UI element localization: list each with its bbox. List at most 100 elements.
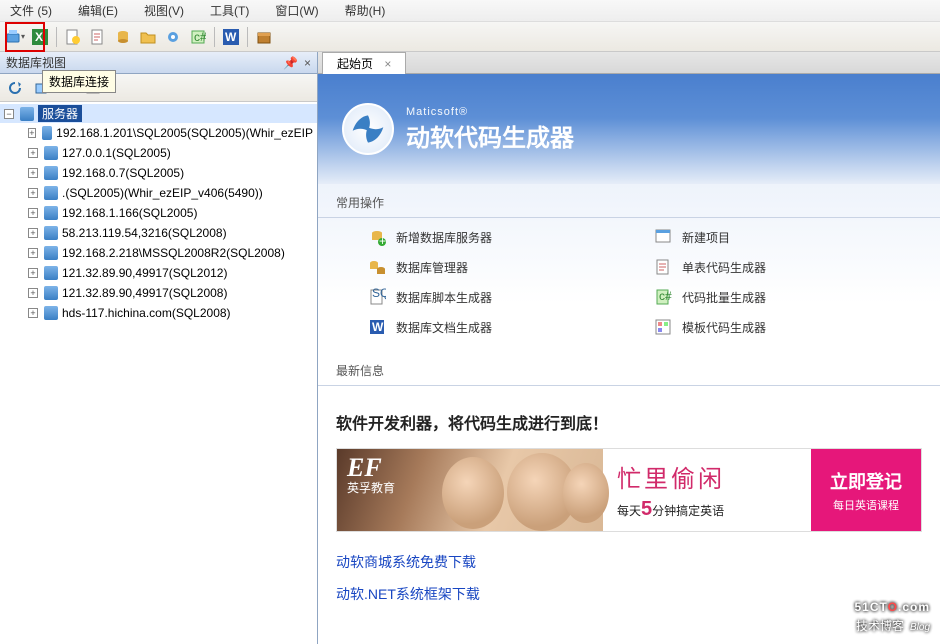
ad-banner[interactable]: EF英孚教育 忙里偷闲 每天5分钟搞定英语 立即登记 每日英语课程: [336, 448, 922, 532]
section-common-ops: 常用操作: [318, 184, 940, 218]
server-node[interactable]: +121.32.89.90,49917(SQL2008): [0, 283, 317, 303]
server-label: .(SQL2005)(Whir_ezEIP_v406(5490)): [62, 184, 263, 202]
menu-file[interactable]: 文件 (5): [4, 0, 58, 21]
brand-subtitle: Maticsoft®: [406, 106, 574, 118]
tab-close-icon[interactable]: ×: [384, 57, 391, 71]
toolbar-separator: [56, 27, 57, 47]
tree-root-label: 服务器: [38, 105, 82, 122]
expand-icon[interactable]: +: [28, 248, 38, 258]
op-item[interactable]: 模板代码生成器: [654, 318, 900, 336]
new-doc-icon[interactable]: [62, 26, 84, 48]
op-item[interactable]: W数据库文档生成器: [368, 318, 614, 336]
op-icon: [654, 228, 672, 246]
op-item[interactable]: c#代码批量生成器: [654, 288, 900, 306]
menu-view[interactable]: 视图(V): [138, 0, 190, 21]
brand-banner: Maticsoft® 动软代码生成器: [318, 74, 940, 184]
op-label: 数据库管理器: [396, 259, 468, 276]
code-icon[interactable]: c#: [187, 26, 209, 48]
expand-icon[interactable]: +: [28, 188, 38, 198]
expand-icon[interactable]: +: [28, 288, 38, 298]
section-news: 最新信息: [318, 352, 940, 386]
package-icon[interactable]: [253, 26, 275, 48]
server-node[interactable]: +192.168.0.7(SQL2005): [0, 163, 317, 183]
server-node[interactable]: + hds-117.hichina.com(SQL2008): [0, 303, 317, 323]
ad-cta-button[interactable]: 立即登记 每日英语课程: [811, 449, 921, 531]
server-node[interactable]: +192.168.2.218\MSSQL2008R2(SQL2008): [0, 243, 317, 263]
server-node[interactable]: + .(SQL2005)(Whir_ezEIP_v406(5490)): [0, 183, 317, 203]
server-label: 121.32.89.90,49917(SQL2008): [62, 284, 227, 302]
excel-icon[interactable]: X: [29, 26, 51, 48]
tab-row: 起始页 ×: [318, 52, 940, 74]
expand-icon[interactable]: +: [28, 128, 36, 138]
brand-logo-icon: [342, 103, 394, 155]
expand-icon[interactable]: +: [28, 268, 38, 278]
server-node[interactable]: +121.32.89.90,49917(SQL2012): [0, 263, 317, 283]
db-connect-icon[interactable]: ▾: [4, 26, 26, 48]
server-icon: [44, 246, 58, 260]
refresh-icon[interactable]: [4, 77, 26, 99]
menu-tools[interactable]: 工具(T): [204, 0, 255, 21]
download-link[interactable]: 动软商城系统免费下载: [336, 546, 922, 578]
panel-close-icon[interactable]: ×: [304, 56, 311, 70]
server-node[interactable]: +127.0.0.1(SQL2005): [0, 143, 317, 163]
server-node[interactable]: +58.213.119.54,3216(SQL2008): [0, 223, 317, 243]
server-icon: [44, 306, 58, 320]
server-icon: [44, 266, 58, 280]
server-icon: [44, 186, 58, 200]
ad-image: EF英孚教育: [337, 449, 603, 531]
server-label: 121.32.89.90,49917(SQL2012): [62, 264, 227, 282]
gear-icon[interactable]: [162, 26, 184, 48]
tree-root[interactable]: − 服务器: [0, 104, 317, 123]
server-label: 58.213.119.54,3216(SQL2008): [62, 224, 227, 242]
brand-title: 动软代码生成器: [406, 118, 574, 153]
svg-text:c#: c#: [194, 30, 206, 44]
ad-brand: EF英孚教育: [347, 457, 395, 496]
toolbar-separator: [214, 27, 215, 47]
op-item[interactable]: SQL数据库脚本生成器: [368, 288, 614, 306]
menu-help[interactable]: 帮助(H): [339, 0, 392, 21]
server-node[interactable]: +192.168.1.201\SQL2005(SQL2005)(Whir_ezE…: [0, 123, 317, 143]
menu-edit[interactable]: 编辑(E): [72, 0, 124, 21]
word-icon[interactable]: W: [220, 26, 242, 48]
server-label: 192.168.1.201\SQL2005(SQL2005)(Whir_ezEI…: [56, 124, 313, 142]
server-label: 192.168.0.7(SQL2005): [62, 164, 184, 182]
ad-text: 忙里偷闲 每天5分钟搞定英语: [603, 449, 811, 531]
server-icon: [44, 166, 58, 180]
op-label: 数据库文档生成器: [396, 319, 492, 336]
expand-icon[interactable]: +: [28, 308, 38, 318]
op-item[interactable]: 数据库管理器: [368, 258, 614, 276]
expand-icon[interactable]: +: [28, 228, 38, 238]
svg-text:SQL: SQL: [372, 288, 386, 300]
server-tree[interactable]: − 服务器 +192.168.1.201\SQL2005(SQL2005)(Wh…: [0, 102, 317, 644]
server-label: hds-117.hichina.com(SQL2008): [62, 304, 231, 322]
op-icon: [654, 258, 672, 276]
server-node[interactable]: +192.168.1.166(SQL2005): [0, 203, 317, 223]
op-label: 新建项目: [682, 229, 730, 246]
svg-text:W: W: [225, 30, 237, 44]
svg-text:X: X: [35, 30, 43, 44]
op-item[interactable]: 新建项目: [654, 228, 900, 246]
db-connect-tooltip: 数据库连接: [42, 70, 116, 93]
op-item[interactable]: 单表代码生成器: [654, 258, 900, 276]
expand-icon[interactable]: +: [28, 208, 38, 218]
expand-icon[interactable]: +: [28, 168, 38, 178]
tab-label: 起始页: [337, 57, 373, 71]
op-icon: +: [368, 228, 386, 246]
download-link[interactable]: 动软.NET系统框架下载: [336, 578, 922, 610]
tab-start-page[interactable]: 起始页 ×: [322, 52, 406, 74]
op-label: 代码批量生成器: [682, 289, 766, 306]
download-links: 动软商城系统免费下载动软.NET系统框架下载: [318, 546, 940, 610]
server-icon: [44, 206, 58, 220]
main-area: 数据库视图 📌 × ✕ 数据库连接 − 服务器 +192.168.1.201\S…: [0, 52, 940, 644]
expand-icon[interactable]: +: [28, 148, 38, 158]
op-icon: [654, 318, 672, 336]
op-item[interactable]: +新增数据库服务器: [368, 228, 614, 246]
collapse-icon[interactable]: −: [4, 109, 14, 119]
server-label: 192.168.1.166(SQL2005): [62, 204, 197, 222]
pin-icon[interactable]: 📌: [283, 56, 298, 70]
folder-icon[interactable]: [137, 26, 159, 48]
script-icon[interactable]: [87, 26, 109, 48]
db-icon[interactable]: [112, 26, 134, 48]
menu-window[interactable]: 窗口(W): [269, 0, 324, 21]
news-headline: 软件开发利器，将代码生成进行到底！: [318, 396, 940, 448]
